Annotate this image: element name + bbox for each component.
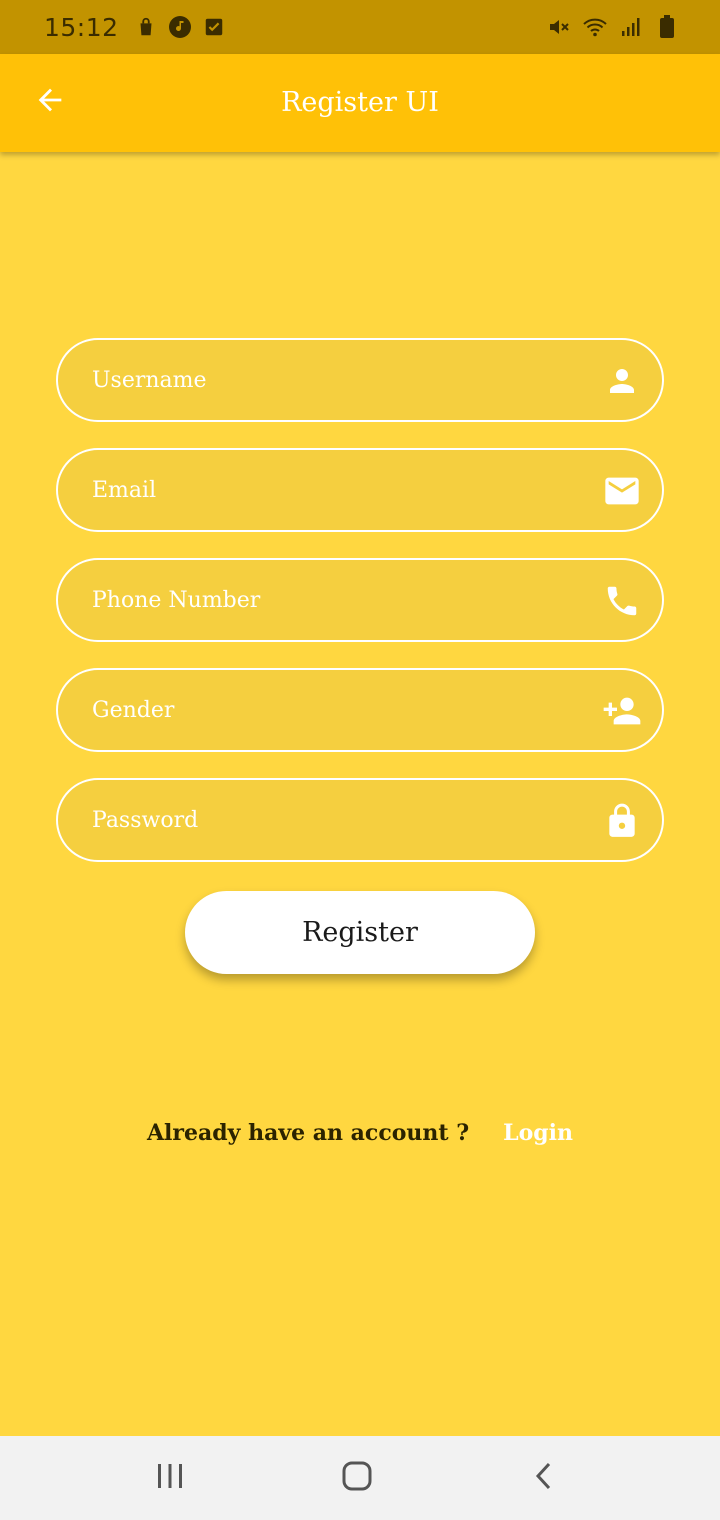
gender-input[interactable] xyxy=(58,670,662,750)
email-input[interactable] xyxy=(58,450,662,530)
username-input[interactable] xyxy=(58,340,662,420)
status-time: 15:12 xyxy=(44,12,119,42)
home-icon xyxy=(341,1460,373,1496)
gender-field-container xyxy=(56,668,664,752)
password-field-container xyxy=(56,778,664,862)
login-prompt: Already have an account ? Login xyxy=(0,1120,720,1146)
status-bar: 15:12 xyxy=(0,0,720,54)
music-note-icon xyxy=(167,14,193,40)
username-field-container xyxy=(56,338,664,422)
recent-apps-button[interactable] xyxy=(146,1454,194,1502)
checkbox-icon xyxy=(201,14,227,40)
nav-back-button[interactable] xyxy=(520,1454,568,1502)
shopping-bag-icon xyxy=(133,14,159,40)
page-title: Register UI xyxy=(281,87,439,118)
app-bar: Register UI xyxy=(0,54,720,152)
login-question: Already have an account ? xyxy=(146,1120,470,1146)
back-icon xyxy=(529,1461,559,1495)
mute-icon xyxy=(546,14,572,40)
wifi-icon xyxy=(582,14,608,40)
signal-icon xyxy=(618,14,644,40)
status-notification-icons xyxy=(133,14,227,40)
home-button[interactable] xyxy=(333,1454,381,1502)
battery-icon xyxy=(654,14,680,40)
recent-apps-icon xyxy=(155,1461,185,1495)
phone-input[interactable] xyxy=(58,560,662,640)
register-form xyxy=(56,338,664,888)
status-system-icons xyxy=(546,0,680,54)
login-link[interactable]: Login xyxy=(503,1120,573,1146)
email-field-container xyxy=(56,448,664,532)
system-nav-bar xyxy=(0,1436,720,1520)
register-button[interactable]: Register xyxy=(185,891,535,974)
phone-field-container xyxy=(56,558,664,642)
password-input[interactable] xyxy=(58,780,662,860)
